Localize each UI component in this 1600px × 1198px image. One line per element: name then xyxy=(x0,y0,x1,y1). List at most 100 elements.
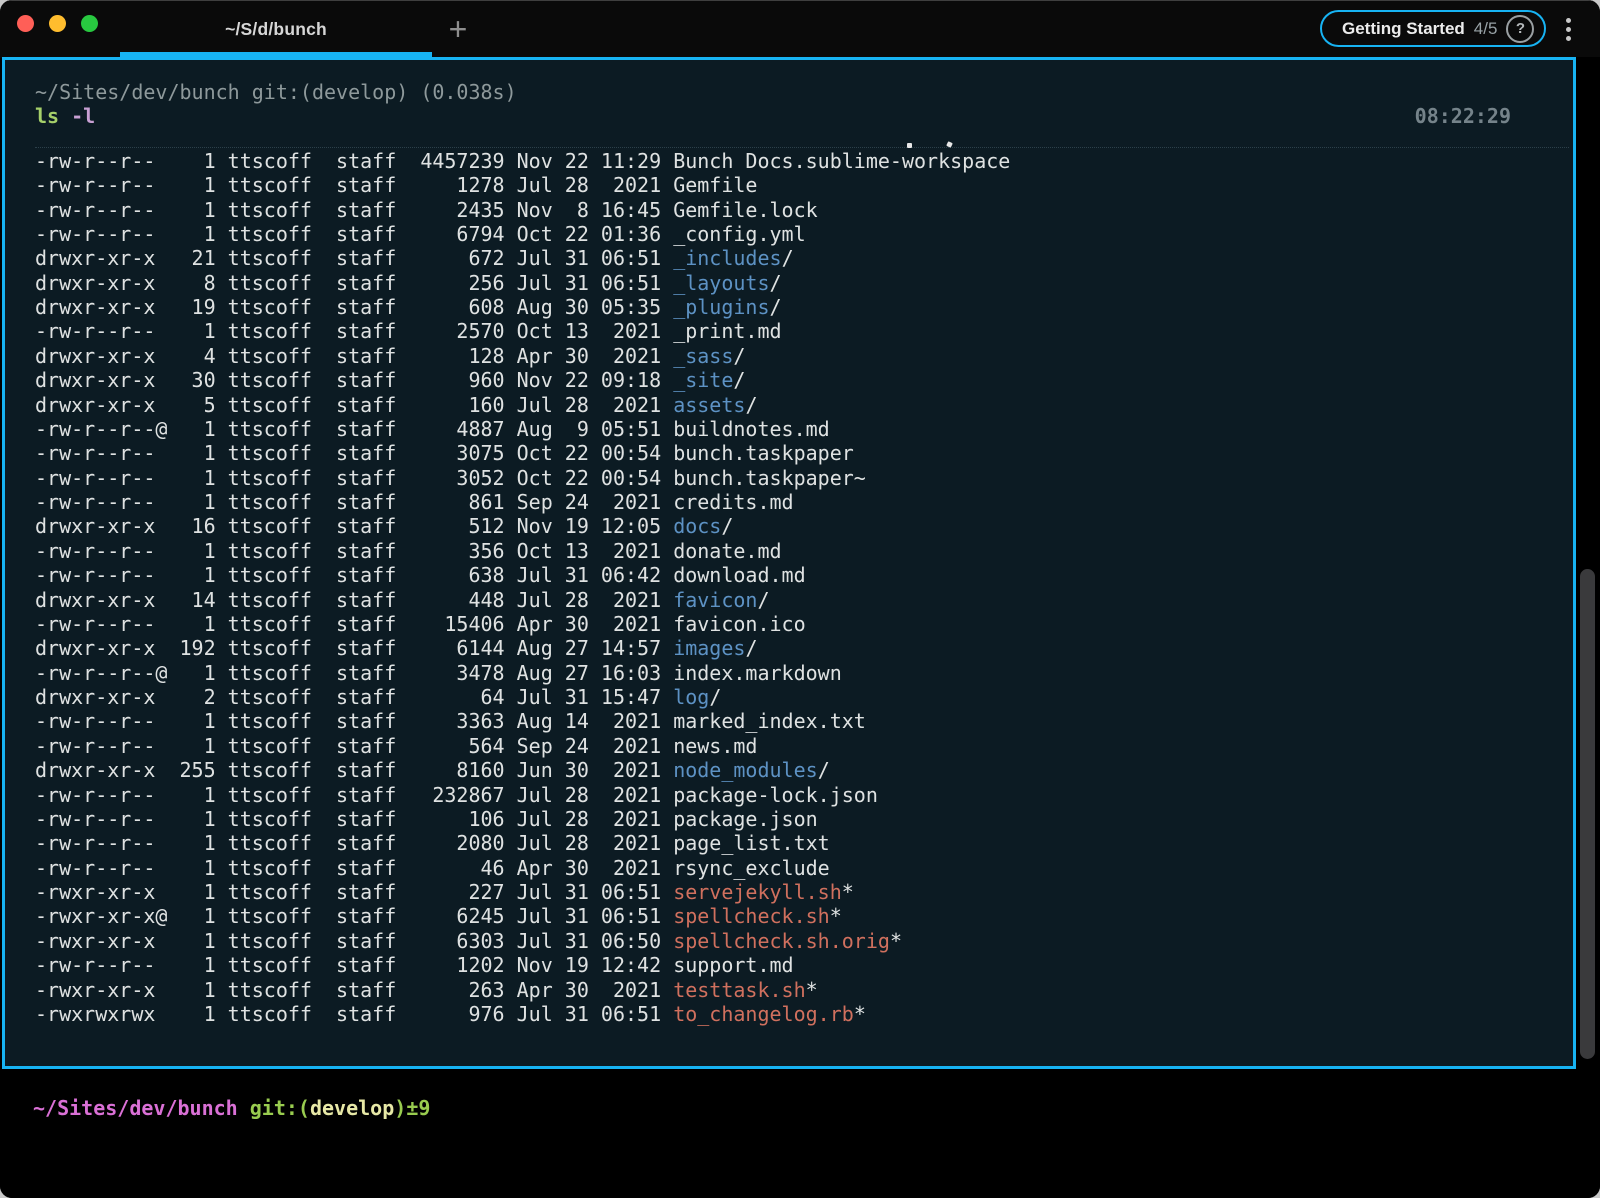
file-name: favicon xyxy=(673,588,757,612)
file-row: -rw-r--r-- 1 ttscoff staff 2570 Oct 13 2… xyxy=(35,319,1573,343)
file-name: news.md xyxy=(673,734,757,758)
file-row: -rw-r--r-- 1 ttscoff staff 3052 Oct 22 0… xyxy=(35,466,1573,490)
file-row: -rw-r--r-- 1 ttscoff staff 232867 Jul 28… xyxy=(35,783,1573,807)
file-name: download.md xyxy=(673,563,805,587)
file-name: Gemfile.lock xyxy=(673,198,818,222)
scrollbar-track[interactable] xyxy=(1576,57,1600,1069)
file-row: -rw-r--r-- 1 ttscoff staff 2435 Nov 8 16… xyxy=(35,198,1573,222)
file-name: page_list.txt xyxy=(673,831,830,855)
file-suffix: * xyxy=(842,880,854,904)
file-name: buildnotes.md xyxy=(673,417,830,441)
git-open: git:( xyxy=(250,1096,310,1120)
file-name: _site xyxy=(673,368,733,392)
getting-started-label: Getting Started xyxy=(1342,19,1465,39)
prompt-path: ~/Sites/dev/bunch xyxy=(33,1096,238,1120)
file-name: _layouts xyxy=(673,271,769,295)
dir-row: drwxr-xr-x 192 ttscoff staff 6144 Aug 27… xyxy=(35,636,1573,660)
file-name: marked_index.txt xyxy=(673,709,866,733)
file-suffix: / xyxy=(733,368,745,392)
file-suffix: / xyxy=(770,271,782,295)
dir-row: drwxr-xr-x 5 ttscoff staff 160 Jul 28 20… xyxy=(35,393,1573,417)
file-suffix: / xyxy=(745,636,757,660)
close-button[interactable] xyxy=(17,15,34,32)
file-row: -rw-r--r--@ 1 ttscoff staff 3478 Aug 27 … xyxy=(35,661,1573,685)
help-icon[interactable]: ? xyxy=(1506,15,1534,43)
file-name: package-lock.json xyxy=(673,783,878,807)
file-row: -rw-r--r-- 1 ttscoff staff 1278 Jul 28 2… xyxy=(35,173,1573,197)
file-name: Gemfile xyxy=(673,173,757,197)
file-name: node_modules xyxy=(673,758,818,782)
command-flag: -l xyxy=(71,104,95,128)
dir-row: drwxr-xr-x 21 ttscoff staff 672 Jul 31 0… xyxy=(35,246,1573,270)
file-suffix: * xyxy=(854,1002,866,1026)
dir-row: drwxr-xr-x 30 ttscoff staff 960 Nov 22 0… xyxy=(35,368,1573,392)
file-name: _plugins xyxy=(673,295,769,319)
git-status: ±9 xyxy=(406,1096,430,1120)
file-name: _includes xyxy=(673,246,781,270)
file-name: Bunch Docs.sublime-workspace xyxy=(673,149,1010,173)
shell-prompt: ~/Sites/dev/bunch git:(develop)±9 xyxy=(33,1096,430,1120)
file-name: bunch.taskpaper~ xyxy=(673,466,866,490)
zoom-button[interactable] xyxy=(81,15,98,32)
git-branch: develop xyxy=(310,1096,394,1120)
file-suffix: / xyxy=(709,685,721,709)
file-name: servejekyll.sh xyxy=(673,880,842,904)
file-name: package.json xyxy=(673,807,818,831)
file-row: -rw-r--r-- 1 ttscoff staff 3363 Aug 14 2… xyxy=(35,709,1573,733)
footer-area: ~/Sites/dev/bunch git:(develop)±9 xyxy=(0,1069,1600,1198)
file-name: bunch.taskpaper xyxy=(673,441,854,465)
file-name: spellcheck.sh xyxy=(673,904,830,928)
file-name: _print.md xyxy=(673,319,781,343)
new-tab-button[interactable]: + xyxy=(438,7,478,51)
dir-row: drwxr-xr-x 19 ttscoff staff 608 Aug 30 0… xyxy=(35,295,1573,319)
file-name: favicon.ico xyxy=(673,612,805,636)
dir-row: drwxr-xr-x 16 ttscoff staff 512 Nov 19 1… xyxy=(35,514,1573,538)
clipped-glyph-fragment xyxy=(907,143,912,148)
file-name: docs xyxy=(673,514,721,538)
file-name: testtask.sh xyxy=(673,978,805,1002)
file-name: spellcheck.sh.orig xyxy=(673,929,890,953)
file-suffix: / xyxy=(818,758,830,782)
dir-row: drwxr-xr-x 255 ttscoff staff 8160 Jun 30… xyxy=(35,758,1573,782)
minimize-button[interactable] xyxy=(49,15,66,32)
file-row: -rw-r--r--@ 1 ttscoff staff 4887 Aug 9 0… xyxy=(35,417,1573,441)
dir-row: drwxr-xr-x 14 ttscoff staff 448 Jul 28 2… xyxy=(35,588,1573,612)
file-name: assets xyxy=(673,393,745,417)
file-suffix: * xyxy=(890,929,902,953)
file-row: -rw-r--r-- 1 ttscoff staff 564 Sep 24 20… xyxy=(35,734,1573,758)
git-close: ) xyxy=(394,1096,406,1120)
tab-active[interactable]: ~/S/d/bunch xyxy=(120,1,432,58)
terminal-content[interactable]: ~/Sites/dev/bunch git:(develop) (0.038s)… xyxy=(2,57,1576,1069)
file-row: -rw-r--r-- 1 ttscoff staff 15406 Apr 30 … xyxy=(35,612,1573,636)
file-row: -rw-r--r-- 1 ttscoff staff 2080 Jul 28 2… xyxy=(35,831,1573,855)
file-row: -rw-r--r-- 1 ttscoff staff 3075 Oct 22 0… xyxy=(35,441,1573,465)
file-row: -rw-r--r-- 1 ttscoff staff 638 Jul 31 06… xyxy=(35,563,1573,587)
file-row: -rw-r--r-- 1 ttscoff staff 6794 Oct 22 0… xyxy=(35,222,1573,246)
getting-started-badge[interactable]: Getting Started 4/5 ? xyxy=(1320,10,1546,47)
command-text: ls xyxy=(35,104,59,128)
file-name: donate.md xyxy=(673,539,781,563)
scrollbar-thumb[interactable] xyxy=(1580,569,1595,1059)
file-row: -rw-r--r-- 1 ttscoff staff 106 Jul 28 20… xyxy=(35,807,1573,831)
file-name: _config.yml xyxy=(673,222,805,246)
command-line: ls -l 08:22:29 xyxy=(35,104,1573,128)
file-name: credits.md xyxy=(673,490,793,514)
file-suffix: / xyxy=(770,295,782,319)
file-suffix: / xyxy=(733,344,745,368)
getting-started-progress: 4/5 xyxy=(1474,19,1498,39)
file-name: index.markdown xyxy=(673,661,842,685)
command-timestamp: 08:22:29 xyxy=(1415,104,1511,128)
file-name: log xyxy=(673,685,709,709)
file-row: -rwxr-xr-x 1 ttscoff staff 263 Apr 30 20… xyxy=(35,978,1573,1002)
file-suffix: / xyxy=(721,514,733,538)
file-listing: -rw-r--r-- 1 ttscoff staff 4457239 Nov 2… xyxy=(35,149,1573,1027)
file-suffix: / xyxy=(745,393,757,417)
file-row: -rw-r--r-- 1 ttscoff staff 356 Oct 13 20… xyxy=(35,539,1573,563)
file-name: support.md xyxy=(673,953,793,977)
tab-title: ~/S/d/bunch xyxy=(225,19,327,40)
file-suffix: / xyxy=(757,588,769,612)
file-row: -rw-r--r-- 1 ttscoff staff 4457239 Nov 2… xyxy=(35,149,1573,173)
file-suffix: * xyxy=(830,904,842,928)
file-row: -rwxr-xr-x 1 ttscoff staff 227 Jul 31 06… xyxy=(35,880,1573,904)
menu-dots-icon[interactable] xyxy=(1558,16,1578,43)
